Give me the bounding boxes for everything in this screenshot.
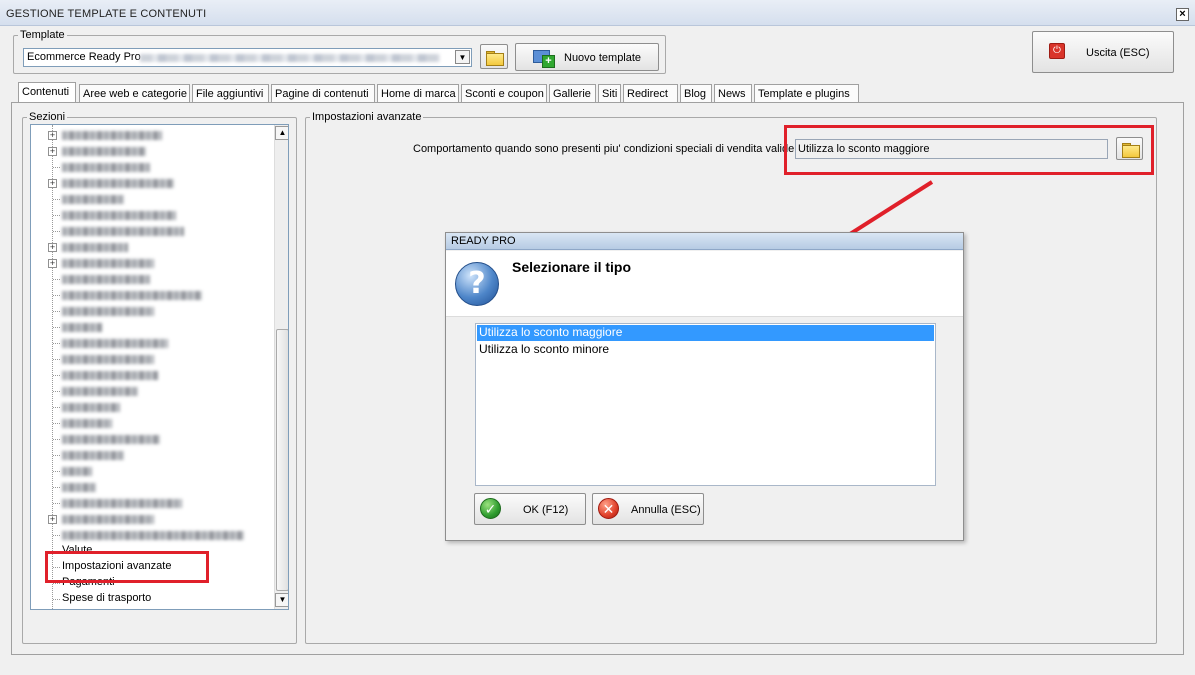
cancel-button[interactable]: ✕ Annulla (ESC) [592,493,704,525]
list-item-sconto-minore[interactable]: Utilizza lo sconto minore [477,342,934,358]
dialog-title: READY PRO [451,235,516,247]
dialog-titlebar: READY PRO [446,233,963,250]
ok-button[interactable]: ✓ OK (F12) [474,493,586,525]
check-icon: ✓ [480,498,501,519]
select-type-dialog: READY PRO ? Selezionare il tipo Utilizza… [445,232,964,541]
cancel-label: Annulla (ESC) [631,504,701,516]
ok-label: OK (F12) [523,504,569,516]
dialog-heading: Selezionare il tipo [512,259,632,275]
list-item-sconto-maggiore[interactable]: Utilizza lo sconto maggiore [477,325,934,341]
question-icon: ? [455,262,499,306]
type-listbox[interactable]: Utilizza lo sconto maggiore Utilizza lo … [475,323,936,486]
x-icon: ✕ [598,498,619,519]
